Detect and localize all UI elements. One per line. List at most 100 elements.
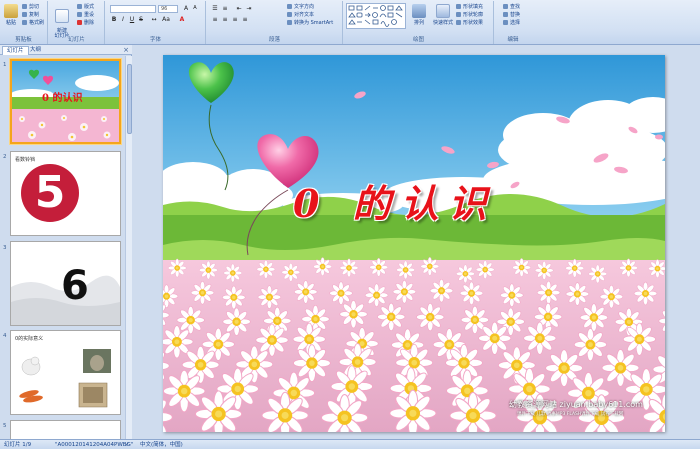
status-slide-info: 幻灯片 1/9 [4,442,32,448]
slide-thumb-4[interactable]: 0的实际意义 [10,330,121,415]
shape-fill-button[interactable]: 形状填充 [456,4,483,11]
pane-tabs: 幻灯片 大纲 × [0,45,132,55]
clipboard-label: 剪贴板 [15,37,32,43]
char-spacing-icon[interactable]: ↔ [150,16,158,23]
reset-button[interactable]: 重设 [77,12,94,19]
layout-icon [77,4,82,9]
thumb-2-caption: 看数铃铛 [15,157,36,163]
bullets-icon[interactable]: ☰ [211,5,219,12]
slide-thumb-3[interactable]: 6 [10,241,121,326]
delete-button[interactable]: 删除 [77,20,94,27]
increase-indent-icon[interactable]: ⇥ [245,5,253,12]
thumb-number: 2 [3,154,7,160]
layout-button[interactable]: 版式 [77,4,94,11]
shapes-gallery[interactable] [346,3,406,29]
slide-title[interactable]: 0 的认识 [293,173,573,228]
font-label: 字体 [149,37,161,43]
watermark-main: 幼教资源网站 ziyuan.baby611.com [509,400,643,409]
cut-button[interactable]: 剪切 [22,4,39,11]
tab-slides[interactable]: 幻灯片 [2,46,29,55]
justify-icon[interactable]: ≡ [241,16,249,23]
replace-button[interactable]: 替换 [503,12,520,19]
slide-editor: 0 的认识 幼教资源网站 ziyuan.baby611.com 课件下载 儿歌 … [133,45,700,439]
new-slide-icon [55,9,69,23]
decrease-indent-icon[interactable]: ⇤ [235,5,243,12]
paste-icon [4,4,18,18]
watermark-sub: 课件下载 儿歌 故事MP3 FLASH课件下载 试卷下载网 [517,412,624,417]
pen-icon [456,12,461,17]
drawing-group: 排列 快速样式 形状填充 形状轮廓 形状效果 绘图 [344,1,494,44]
thumb-number: 1 [3,62,7,68]
shapes-gallery-icons [348,5,403,27]
shape-effects-button[interactable]: 形状效果 [456,20,483,27]
status-language: 中文(简体，中国) [140,442,183,448]
slide-thumb-5[interactable] [10,420,121,440]
thumb-2-number: 5 [34,167,66,218]
pane-scrollbar[interactable] [125,56,132,439]
status-theme: "A000120141204A04PWBG" [55,442,134,448]
slides-label: 幻灯片 [68,37,85,43]
grow-font-icon[interactable]: A [182,5,190,12]
shrink-font-icon[interactable]: A [191,5,199,12]
spell-check-icon[interactable]: ✓ [125,440,130,449]
font-name-combo[interactable] [110,5,156,13]
thumb-number: 5 [3,423,7,429]
paragraph-label: 段落 [268,37,280,43]
effects-icon [456,20,461,25]
brush-icon [22,20,27,25]
change-case-icon[interactable]: Aa [162,16,170,23]
strikethrough-icon[interactable]: S [137,16,145,23]
quick-styles-button[interactable]: 快速样式 [432,4,454,26]
smartart-button[interactable]: 转换为 SmartArt [287,20,333,27]
binoculars-icon [503,4,508,9]
copy-button[interactable]: 复制 [22,12,39,19]
replace-icon [503,12,508,17]
reset-icon [77,12,82,17]
smartart-icon [287,20,292,25]
format-painter-button[interactable]: 格式刷 [22,20,44,27]
drawing-label: 绘图 [412,37,424,43]
scissors-icon [22,4,27,9]
tab-outline[interactable]: 大纲 [26,46,45,55]
editing-label: 编辑 [507,37,519,43]
paragraph-group: ☰ ≡ ⇤ ⇥ ≡ ≡ ≡ ≡ 文字方向 对齐文本 转换为 SmartArt 段… [207,1,343,44]
new-slide-button[interactable]: 新建 幻灯片 [53,4,71,39]
arrange-button[interactable]: 排列 [410,4,428,26]
select-button[interactable]: 选择 [503,20,520,27]
thumb-4-art [19,349,111,408]
italic-icon[interactable]: I [119,16,127,23]
align-left-icon[interactable]: ≡ [211,16,219,23]
editing-group: 查找 替换 选择 编辑 [495,1,531,44]
thumb-3-number: 6 [61,263,89,309]
paste-button[interactable]: 粘贴 [2,4,20,26]
align-center-icon[interactable]: ≡ [221,16,229,23]
find-button[interactable]: 查找 [503,4,520,11]
slide-background-art [163,55,665,432]
close-icon[interactable]: × [123,46,129,54]
quick-styles-icon [436,4,450,18]
clipboard-group: 粘贴 剪切 复制 格式刷 剪贴板 [0,1,48,44]
cursor-icon [503,20,508,25]
font-size-combo[interactable]: 96 [158,5,178,13]
underline-icon[interactable]: U [128,16,136,23]
text-direction-button[interactable]: 文字方向 [287,4,314,11]
align-text-button[interactable]: 对齐文本 [287,12,314,19]
align-right-icon[interactable]: ≡ [231,16,239,23]
scroll-thumb[interactable] [127,64,132,134]
thumb-1-title: 0 的认识 [42,93,83,104]
status-bar: 幻灯片 1/9 "A000120141204A04PWBG" ✓ 中文(简体，中… [0,439,700,449]
thumb-number: 3 [3,245,7,251]
slides-pane: 幻灯片 大纲 × 1 0 的认识 2 看数铃铛 5 3 6 4 0的实际意义 5 [0,45,132,440]
ribbon: 粘贴 剪切 复制 格式刷 剪贴板 新建 幻灯片 版式 重设 删除 幻灯片 96 … [0,0,700,45]
font-color-icon[interactable]: A [178,16,186,23]
bold-icon[interactable]: B [110,16,118,23]
arrange-icon [412,4,426,18]
numbering-icon[interactable]: ≡ [221,5,229,12]
shape-outline-button[interactable]: 形状轮廓 [456,12,483,19]
main-slide[interactable]: 0 的认识 幼教资源网站 ziyuan.baby611.com 课件下载 儿歌 … [163,55,665,432]
slide-thumb-2[interactable]: 看数铃铛 5 [10,151,121,236]
slides-group: 新建 幻灯片 版式 重设 删除 幻灯片 [49,1,105,44]
slide-thumb-1[interactable]: 0 的认识 [10,59,121,144]
paint-bucket-icon [456,4,461,9]
align-text-icon [287,12,292,17]
